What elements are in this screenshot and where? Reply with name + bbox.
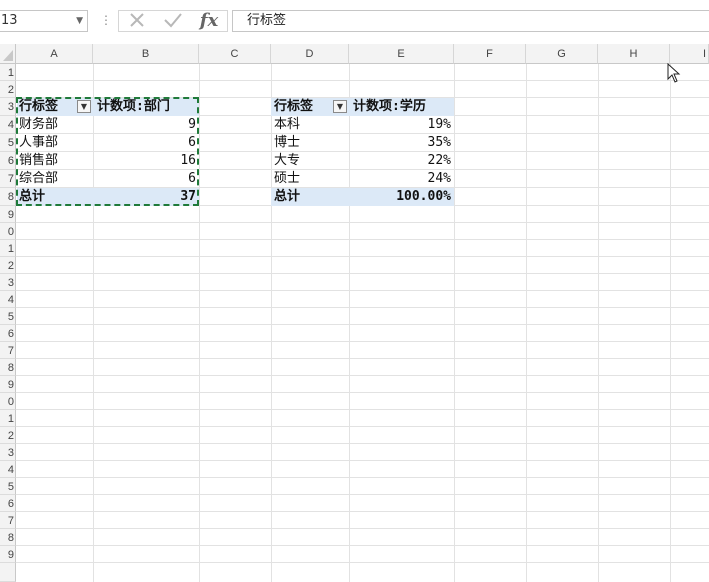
- pivot-header-value[interactable]: 计数项:学历: [349, 98, 454, 116]
- row-header[interactable]: 1: [0, 240, 16, 257]
- formula-input[interactable]: 行标签: [232, 10, 709, 32]
- gridline: [16, 239, 709, 240]
- column-header-e[interactable]: E: [349, 44, 454, 64]
- column-header-g[interactable]: G: [526, 44, 598, 64]
- row-header[interactable]: 6: [0, 152, 16, 170]
- column-header-f[interactable]: F: [454, 44, 526, 64]
- row-header[interactable]: [0, 563, 16, 582]
- gridline: [16, 273, 709, 274]
- gridline: [16, 222, 709, 223]
- gridline: [16, 290, 709, 291]
- column-header-h[interactable]: H: [598, 44, 670, 64]
- gridline: [16, 80, 709, 81]
- gridline: [199, 64, 200, 582]
- row-header[interactable]: 7: [0, 342, 16, 359]
- row-header[interactable]: 3: [0, 274, 16, 291]
- row-header[interactable]: 4: [0, 461, 16, 478]
- pivot-total-label[interactable]: 总计: [271, 188, 349, 206]
- gridline: [16, 460, 709, 461]
- gridline: [16, 528, 709, 529]
- gridline: [16, 477, 709, 478]
- row-header[interactable]: 0: [0, 223, 16, 240]
- pivot-row-label[interactable]: 博士: [271, 134, 349, 152]
- pivot-row-value[interactable]: 35%: [349, 134, 454, 152]
- pivot-row-value[interactable]: 22%: [349, 152, 454, 170]
- x-icon[interactable]: [123, 11, 151, 31]
- gridline: [16, 511, 709, 512]
- mouse-cursor-icon: [667, 62, 681, 87]
- row-header[interactable]: 5: [0, 134, 16, 152]
- row-header[interactable]: 7: [0, 512, 16, 529]
- row-header[interactable]: 4: [0, 291, 16, 308]
- pivot-row-value[interactable]: 19%: [349, 116, 454, 134]
- row-header[interactable]: 2: [0, 427, 16, 444]
- filter-dropdown-icon[interactable]: ▼: [333, 100, 347, 113]
- pivot-row-value[interactable]: 24%: [349, 170, 454, 188]
- name-box[interactable]: 13 ▼: [0, 10, 88, 32]
- column-header-a[interactable]: A: [16, 44, 93, 64]
- chevron-down-icon[interactable]: ▼: [76, 11, 83, 31]
- gridline: [670, 64, 671, 582]
- gridline: [526, 64, 527, 582]
- formula-bar: 13 ▼ ⋮ fx 行标签: [0, 0, 709, 44]
- row-header[interactable]: 9: [0, 206, 16, 223]
- gridline: [16, 256, 709, 257]
- gridline: [16, 392, 709, 393]
- row-header[interactable]: 1: [0, 64, 16, 81]
- gridline: [16, 358, 709, 359]
- row-header[interactable]: 8: [0, 359, 16, 376]
- pivot-row-label[interactable]: 本科: [271, 116, 349, 134]
- formula-buttons: fx: [118, 10, 228, 32]
- gridline: [598, 64, 599, 582]
- row-header[interactable]: 3: [0, 444, 16, 461]
- more-options-icon[interactable]: ⋮: [100, 13, 112, 27]
- row-header[interactable]: 0: [0, 393, 16, 410]
- row-header[interactable]: 5: [0, 308, 16, 325]
- copy-selection-marquee: [16, 97, 199, 206]
- gridline: [16, 562, 709, 563]
- select-all-corner[interactable]: [0, 44, 16, 64]
- gridline: [16, 426, 709, 427]
- row-header[interactable]: 8: [0, 188, 16, 206]
- gridline: [454, 64, 455, 582]
- column-header-c[interactable]: C: [199, 44, 271, 64]
- row-header[interactable]: 2: [0, 81, 16, 98]
- column-header-d[interactable]: D: [271, 44, 349, 64]
- row-header[interactable]: 3: [0, 98, 16, 116]
- column-header-b[interactable]: B: [93, 44, 199, 64]
- row-header[interactable]: 5: [0, 478, 16, 495]
- row-header[interactable]: 1: [0, 410, 16, 427]
- row-header[interactable]: 4: [0, 116, 16, 134]
- pivot-header-label-text: 行标签: [274, 99, 314, 114]
- gridline: [16, 494, 709, 495]
- row-header[interactable]: 8: [0, 529, 16, 546]
- pivot-total-value[interactable]: 100.00%: [349, 188, 454, 206]
- pivot-row-label[interactable]: 大专: [271, 152, 349, 170]
- row-header[interactable]: 7: [0, 170, 16, 188]
- gridline: [16, 545, 709, 546]
- gridline: [16, 443, 709, 444]
- row-header[interactable]: 9: [0, 546, 16, 563]
- row-header[interactable]: 2: [0, 257, 16, 274]
- fx-icon[interactable]: fx: [195, 11, 223, 31]
- column-header-i[interactable]: I: [670, 44, 709, 64]
- pivot-row-label[interactable]: 硕士: [271, 170, 349, 188]
- row-header[interactable]: 6: [0, 325, 16, 342]
- gridline: [16, 324, 709, 325]
- name-box-value: 13: [1, 13, 18, 28]
- gridline: [16, 307, 709, 308]
- formula-text: 行标签: [247, 13, 287, 28]
- gridline: [16, 409, 709, 410]
- row-header[interactable]: 6: [0, 495, 16, 512]
- gridline: [16, 341, 709, 342]
- row-header[interactable]: 9: [0, 376, 16, 393]
- check-icon[interactable]: [159, 11, 187, 31]
- gridline: [16, 375, 709, 376]
